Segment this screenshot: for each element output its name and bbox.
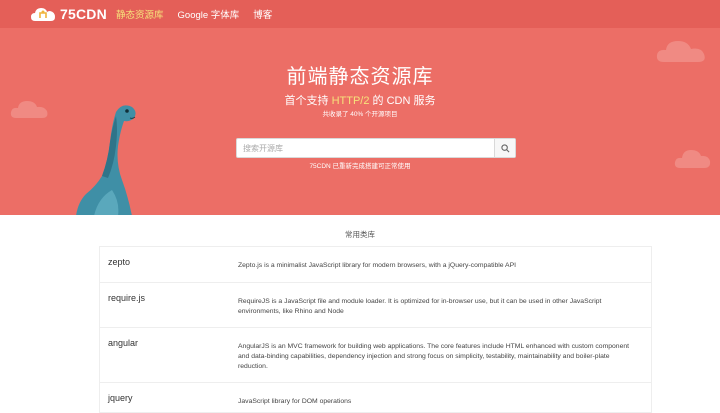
hero-project-count: 共收录了 40% 个开源项目: [322, 111, 398, 118]
search-input[interactable]: [237, 139, 494, 157]
search-box: [236, 138, 516, 158]
library-row-angular[interactable]: angular AngularJS is an MVC framework fo…: [99, 328, 652, 383]
top-nav: 75CDN 静态资源库 Google 字体库 博客: [0, 0, 720, 28]
hero-subtitle-highlight: HTTP/2: [331, 95, 370, 107]
library-table: zepto Zepto.js is a minimalist JavaScrip…: [99, 246, 652, 413]
library-name: angular: [108, 338, 139, 348]
library-row-zepto[interactable]: zepto Zepto.js is a minimalist JavaScrip…: [99, 247, 652, 283]
nav-link-google-fonts[interactable]: Google 字体库: [178, 7, 240, 21]
hero-title: 前端静态资源库: [286, 66, 434, 88]
section-title: 常用类库: [345, 230, 375, 239]
library-name: zepto: [108, 257, 131, 267]
brand-link[interactable]: 75CDN: [30, 2, 107, 26]
nav-link-static-libraries[interactable]: 静态资源库: [116, 7, 164, 21]
library-description: JavaScript library for DOM operations: [238, 398, 352, 405]
nav-link-blog[interactable]: 博客: [253, 7, 272, 21]
library-section: 常用类库 zepto Zepto.js is a minimalist Java…: [0, 215, 720, 413]
brand-name: 75CDN: [60, 6, 107, 22]
hero-subtitle-after: 的 CDN 服务: [369, 95, 436, 107]
library-description: RequireJS is a JavaScript file and modul…: [238, 298, 602, 315]
hero-subtitle-before: 首个支持: [284, 95, 332, 107]
library-name: jquery: [108, 393, 133, 403]
library-description: Zepto.js is a minimalist JavaScript libr…: [238, 262, 517, 269]
library-row-requirejs[interactable]: require.js RequireJS is a JavaScript fil…: [99, 283, 652, 328]
hero-banner: 前端静态资源库 首个支持 HTTP/2 的 CDN 服务 共收录了 40% 个开…: [0, 28, 720, 215]
nav-links: 静态资源库 Google 字体库 博客: [116, 0, 286, 28]
search-button[interactable]: [494, 139, 515, 157]
search-icon: [500, 143, 509, 152]
library-description: AngularJS is an MVC framework for buildi…: [238, 343, 630, 370]
library-row-jquery[interactable]: jquery JavaScript library for DOM operat…: [99, 383, 652, 413]
hero-subtitle: 首个支持 HTTP/2 的 CDN 服务: [0, 92, 720, 108]
cloud-logo-icon: [30, 4, 56, 24]
hero-status-hint: 75CDN 已重新完成搭建可正常使用: [309, 163, 411, 170]
library-name: require.js: [108, 293, 146, 303]
